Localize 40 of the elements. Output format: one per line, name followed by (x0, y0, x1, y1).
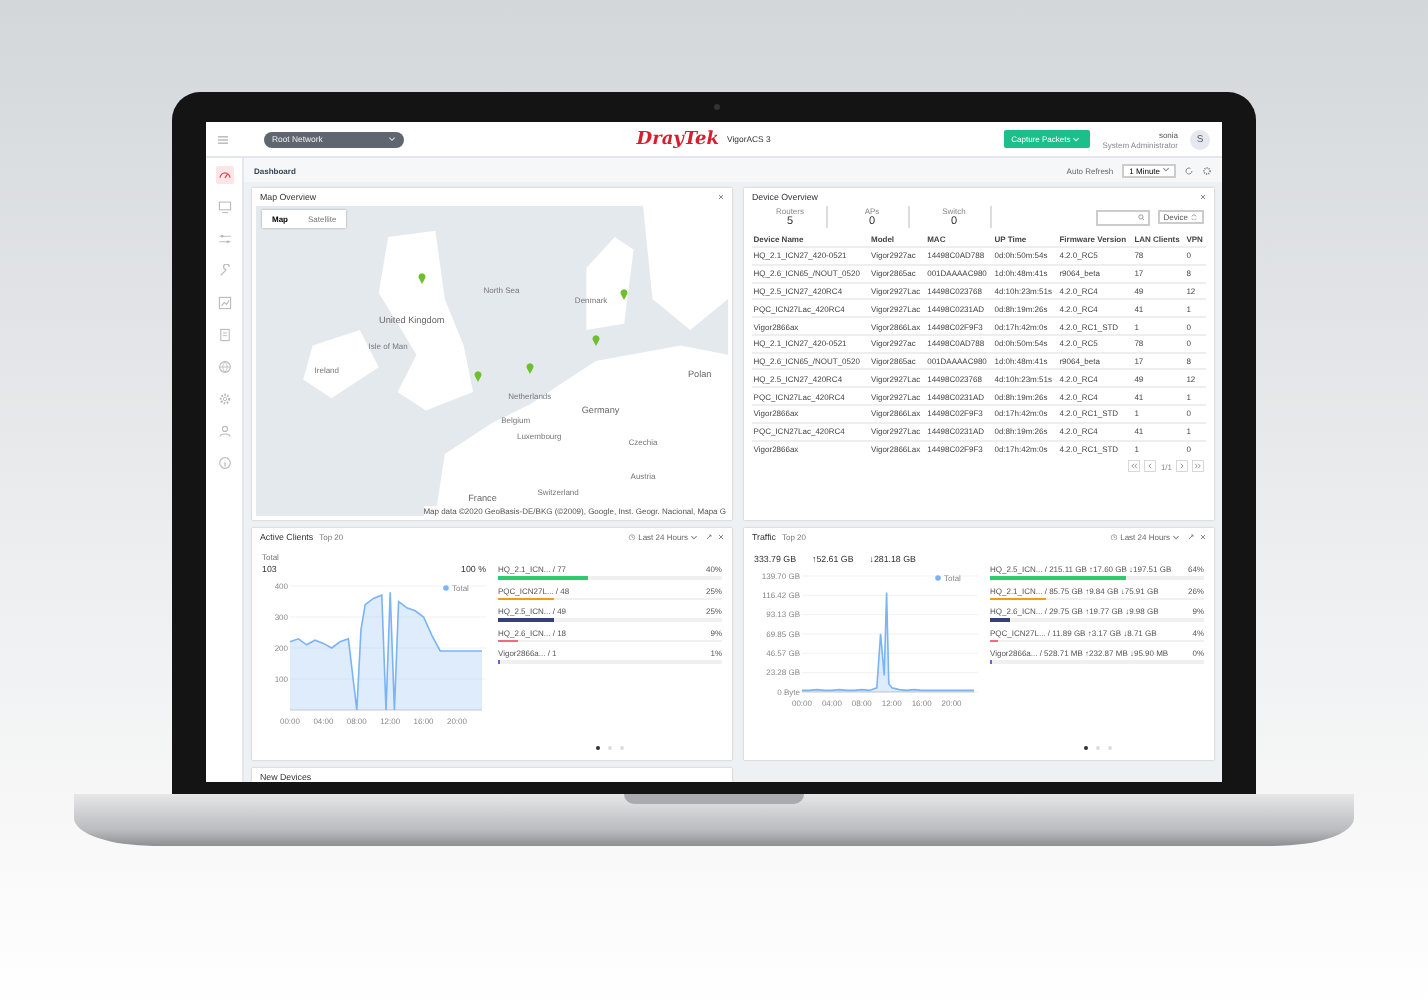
close-icon[interactable] (718, 534, 724, 540)
caret-icon (1162, 166, 1170, 174)
search-icon (1138, 213, 1146, 221)
last-page-button[interactable] (1192, 460, 1204, 473)
caret-icon (1072, 135, 1081, 143)
expand-icon[interactable] (706, 534, 712, 540)
menu-icon[interactable] (218, 135, 228, 143)
users-icon[interactable] (215, 422, 233, 440)
sort-icon (1190, 213, 1198, 221)
refresh-icon[interactable] (1184, 165, 1194, 175)
map-pin-icon[interactable] (525, 361, 534, 374)
next-page-button[interactable] (1176, 460, 1188, 473)
chart-icon[interactable] (215, 294, 233, 312)
map-pin-icon[interactable] (620, 287, 629, 299)
caret-icon (388, 136, 396, 142)
legend-dot (935, 575, 941, 581)
close-icon[interactable] (1200, 534, 1206, 540)
expand-icon[interactable] (1188, 534, 1194, 540)
legend-dot (443, 585, 449, 591)
sliders-icon[interactable] (215, 230, 233, 248)
search-field[interactable] (1095, 209, 1150, 225)
close-icon[interactable] (1200, 194, 1206, 200)
settings-icon[interactable] (1202, 165, 1212, 175)
first-page-button[interactable] (1128, 460, 1141, 473)
close-icon[interactable] (718, 194, 724, 200)
map-pin-icon[interactable] (591, 333, 600, 346)
previous-page-button[interactable] (1144, 460, 1157, 473)
map-pin-icon[interactable] (473, 370, 482, 383)
map-pin-icon[interactable] (417, 271, 426, 284)
monitor-icon[interactable] (215, 198, 233, 216)
caret-icon (1172, 533, 1180, 541)
clock-icon (1110, 533, 1119, 541)
globe-icon[interactable] (215, 358, 233, 376)
document-icon[interactable] (215, 326, 233, 344)
caret-icon (690, 533, 698, 541)
clock-icon (628, 533, 637, 541)
gear-icon[interactable] (215, 390, 233, 408)
info-icon[interactable] (215, 454, 233, 472)
gauge-icon[interactable] (215, 166, 233, 184)
brand-logo: DrayTek (636, 129, 720, 149)
